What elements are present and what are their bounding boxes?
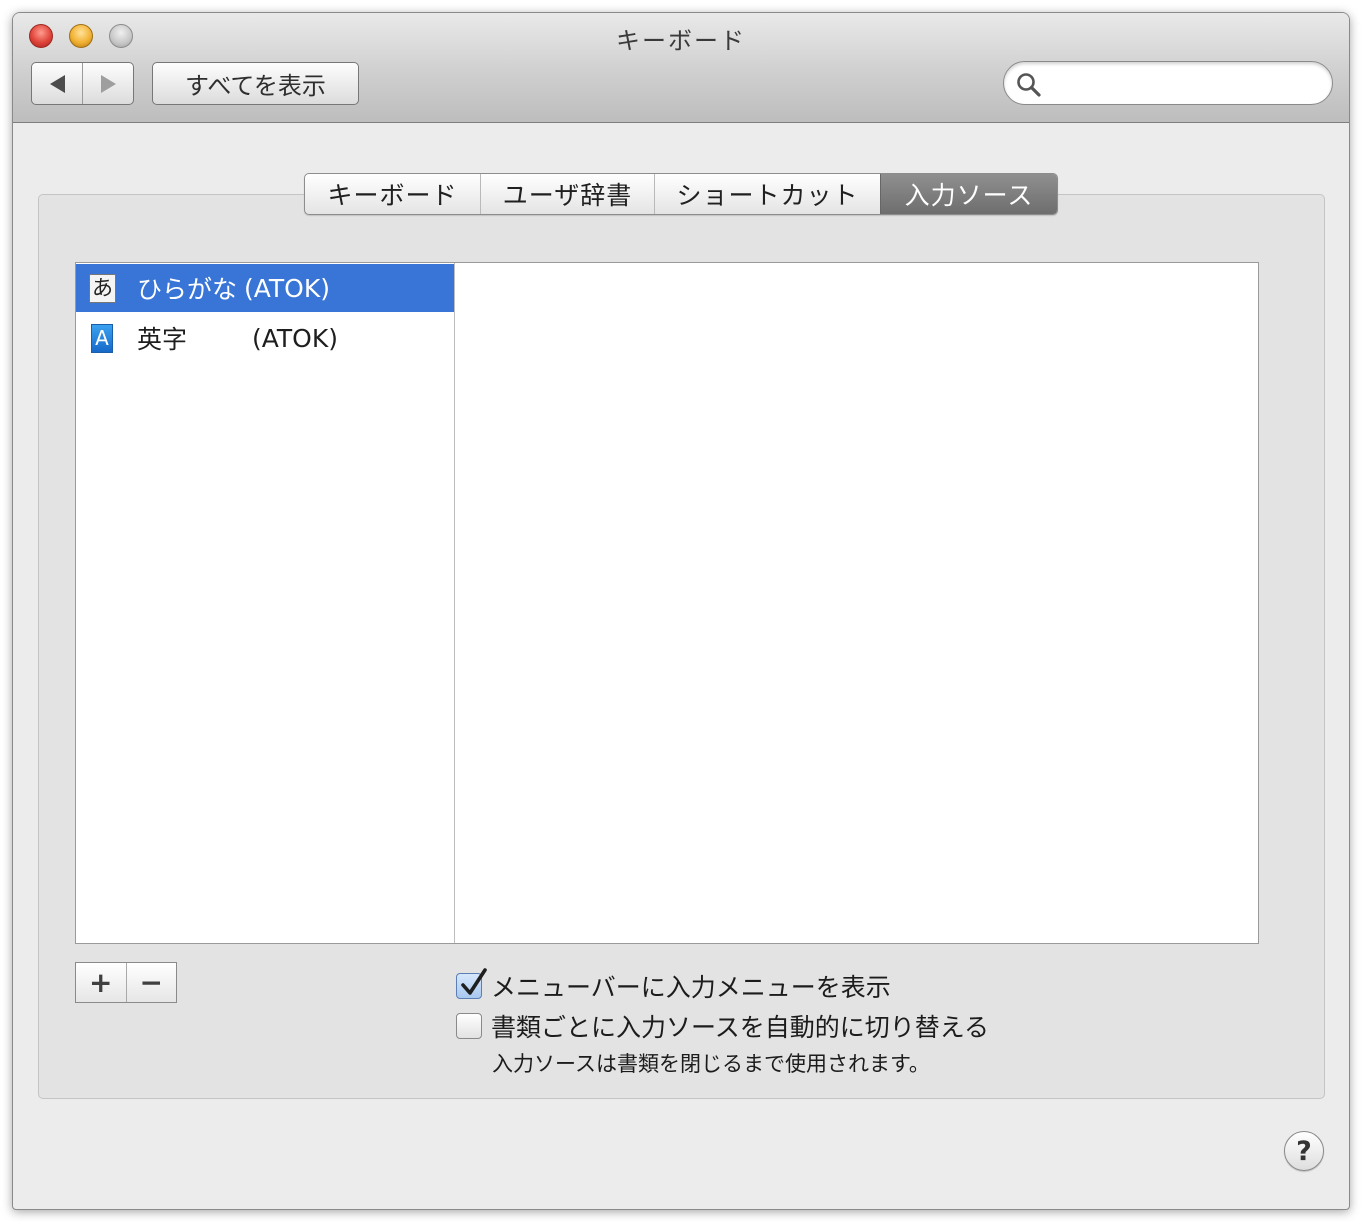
forward-arrow-icon — [100, 74, 116, 93]
input-source-list[interactable]: あ ひらがな (ATOK) A 英字 (ATOK) — [76, 263, 455, 943]
list-item[interactable]: あ ひらがな (ATOK) — [76, 264, 454, 312]
tab-input-sources[interactable]: 入力ソース — [880, 174, 1057, 214]
auto-switch-label: 書類ごとに入力ソースを自動的に切り替える — [491, 1013, 990, 1042]
show-input-menu-option[interactable]: メニューバーに入力メニューを表示 — [456, 968, 891, 1004]
search-icon — [1017, 73, 1041, 97]
alphanumeric-icon: A — [91, 323, 113, 353]
show-input-menu-label: メニューバーに入力メニューを表示 — [491, 973, 891, 1002]
back-arrow-icon — [49, 74, 65, 93]
add-remove-control: + − — [75, 962, 177, 1003]
back-button[interactable] — [32, 63, 82, 104]
tab-shortcuts[interactable]: ショートカット — [654, 174, 880, 214]
input-source-detail-pane — [456, 263, 1258, 943]
auto-switch-checkbox[interactable] — [456, 1013, 482, 1039]
list-item[interactable]: A 英字 (ATOK) — [76, 314, 454, 362]
show-input-menu-checkbox[interactable] — [456, 968, 487, 999]
remove-input-source-button[interactable]: − — [125, 963, 177, 1002]
input-source-name: 英字 — [137, 325, 188, 354]
hiragana-icon: あ — [89, 273, 116, 303]
forward-button[interactable] — [82, 63, 133, 104]
preferences-window: キーボード すべてを表示 キーボード ユーザ辞書 ショートカット 入力ソース あ — [12, 12, 1350, 1210]
checkmark-icon — [461, 968, 487, 995]
tab-bar: キーボード ユーザ辞書 ショートカット 入力ソース — [304, 173, 1058, 215]
help-button[interactable]: ? — [1284, 1131, 1324, 1171]
tab-user-dictionary[interactable]: ユーザ辞書 — [480, 174, 654, 214]
back-forward-control — [31, 62, 134, 105]
input-source-name: ひらがな — [137, 275, 238, 304]
auto-switch-option[interactable]: 書類ごとに入力ソースを自動的に切り替える — [456, 1008, 989, 1044]
input-source-engine: (ATOK) — [252, 323, 339, 353]
auto-switch-note: 入力ソースは書類を閉じるまで使用されます。 — [492, 1052, 930, 1076]
show-all-button[interactable]: すべてを表示 — [152, 62, 359, 105]
input-source-box: あ ひらがな (ATOK) A 英字 (ATOK) — [75, 262, 1259, 944]
search-field[interactable] — [1003, 61, 1333, 105]
window-toolbar: キーボード すべてを表示 — [13, 13, 1349, 123]
input-source-engine: (ATOK) — [244, 273, 331, 303]
window-title: キーボード — [616, 27, 746, 55]
tab-keyboard[interactable]: キーボード — [305, 174, 480, 214]
add-input-source-button[interactable]: + — [76, 963, 126, 1002]
